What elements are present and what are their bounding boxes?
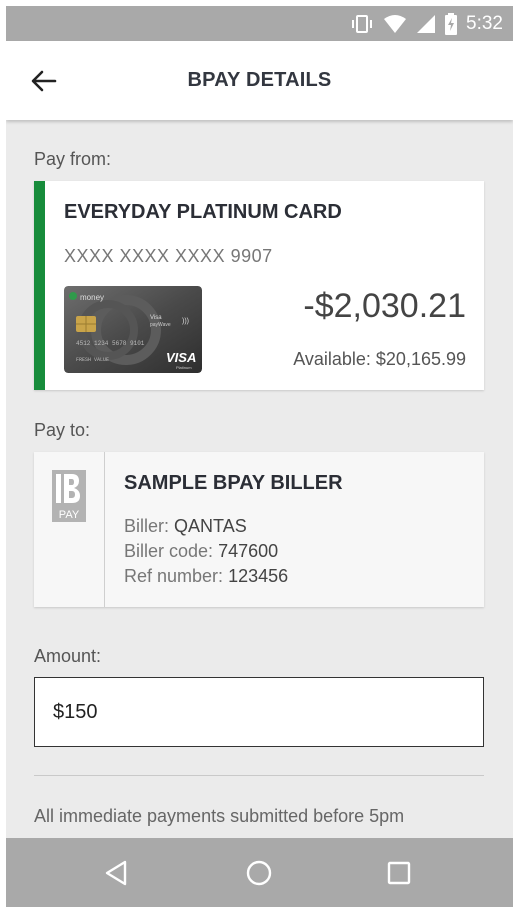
card-network-text: VISA — [166, 350, 196, 365]
wifi-icon — [384, 14, 407, 33]
app-bar: BPAY DETAILS — [6, 41, 513, 120]
status-icons: 5:32 — [350, 6, 503, 41]
amount-label: Amount: — [34, 646, 102, 666]
svg-text:FRESH VALUE: FRESH VALUE — [76, 357, 109, 363]
biller-code-row: Biller code: 747600 — [124, 541, 278, 562]
card-balance: -$2,030.21 — [303, 287, 466, 325]
svg-text:Visa: Visa — [150, 315, 162, 321]
bpay-logo-icon: PAY — [52, 470, 86, 522]
amount-input[interactable] — [34, 677, 484, 747]
biller-value: QANTAS — [174, 516, 247, 536]
svg-text:))): ))) — [182, 318, 189, 325]
bpay-logo-text: PAY — [59, 509, 80, 521]
biller-card[interactable]: PAY SAMPLE BPAY BILLER Biller: QANTAS Bi… — [34, 452, 484, 607]
credit-card-image: money Visa payWave ))) 4512 1234 5678 91… — [64, 286, 202, 373]
triangle-back-icon — [105, 860, 127, 886]
status-bar: 5:32 — [6, 6, 513, 41]
circle-home-icon — [246, 860, 272, 886]
page-title: BPAY DETAILS — [187, 69, 332, 91]
nav-back-button[interactable] — [101, 857, 133, 889]
nav-home-button[interactable] — [243, 857, 275, 889]
pay-to-label: Pay to: — [34, 420, 91, 440]
card-number: XXXX XXXX XXXX 9907 — [64, 246, 273, 266]
navigation-bar — [6, 838, 513, 907]
battery-icon — [445, 12, 458, 35]
pay-from-label: Pay from: — [34, 149, 112, 169]
status-time: 5:32 — [466, 12, 503, 34]
biller-code-value: 747600 — [218, 541, 279, 561]
ref-number-row: Ref number: 123456 — [124, 566, 288, 587]
ref-number-value: 123456 — [228, 566, 289, 586]
svg-text:4512 1234 5678 9101: 4512 1234 5678 9101 — [76, 340, 145, 347]
pay-from-card[interactable]: EVERYDAY PLATINUM CARD XXXX XXXX XXXX 99… — [34, 181, 484, 390]
signal-icon — [417, 14, 436, 33]
card-accent-bar — [34, 181, 45, 390]
svg-text:payWave: payWave — [150, 322, 171, 328]
divider — [34, 775, 484, 776]
vibrate-icon — [352, 14, 373, 33]
ref-number-label: Ref number: — [124, 566, 224, 586]
square-recents-icon — [387, 861, 411, 885]
card-brand-text: money — [80, 293, 104, 302]
biller-code-label: Biller code: — [124, 541, 214, 561]
card-available-balance: Available: $20,165.99 — [293, 349, 466, 369]
nav-recents-button[interactable] — [383, 857, 415, 889]
biller-label: Biller: — [124, 516, 170, 536]
payment-note: All immediate payments submitted before … — [34, 806, 405, 826]
biller-row: Biller: QANTAS — [124, 516, 247, 537]
card-name: EVERYDAY PLATINUM CARD — [64, 201, 342, 223]
phone-screen: 5:32 BPAY DETAILS Pay from: EVERYDAY PLA… — [6, 6, 513, 907]
biller-name: SAMPLE BPAY BILLER — [124, 472, 343, 494]
svg-text:Platinum: Platinum — [176, 365, 192, 370]
biller-logo-area: PAY — [34, 452, 105, 607]
